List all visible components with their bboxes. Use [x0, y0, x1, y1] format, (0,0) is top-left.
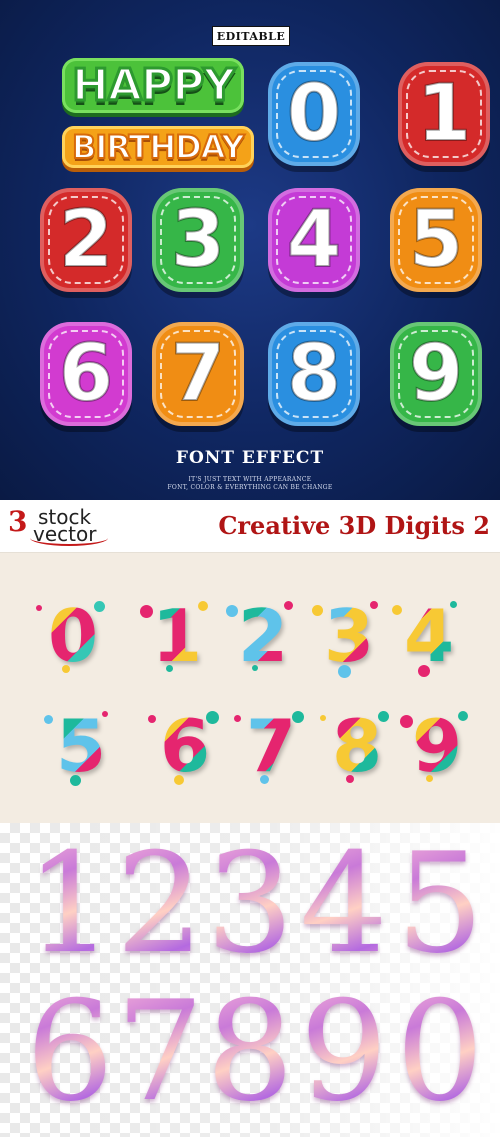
paper-cut-digits-panel: 0123456789 [0, 553, 500, 823]
birthday-digit-label: 1 [416, 69, 472, 159]
paint-splash [418, 665, 430, 677]
fine-print-line-1: IT'S JUST TEXT WITH APPEARANCE [188, 476, 312, 483]
fine-print-line-2: FONT, COLOR & EVERYTHING CAN BE CHANGE [167, 484, 333, 491]
birthday-digit-label: 2 [58, 195, 114, 285]
birthday-digit-label: 0 [286, 69, 342, 159]
birthday-digit-6: 6 [40, 322, 132, 426]
paint-splash [450, 601, 457, 608]
logo-number: 3 [8, 505, 28, 538]
paint-splash [166, 665, 173, 672]
editable-badge: EDITABLE [212, 26, 290, 46]
paint-splash [174, 775, 184, 785]
paint-splash [392, 605, 402, 615]
paint-splash [94, 601, 105, 612]
paint-splash [62, 665, 70, 673]
iridescent-digit-6: 6 [26, 971, 114, 1132]
paint-splash [312, 605, 323, 616]
birthday-digit-5: 5 [390, 188, 482, 292]
birthday-digit-label: 3 [170, 195, 226, 285]
paint-splash [140, 605, 153, 618]
page-title: Creative 3D Digits 2 [218, 511, 490, 540]
birthday-digit-9: 9 [390, 322, 482, 426]
iridescent-digit-5: 5 [396, 823, 484, 984]
paint-splash [44, 715, 53, 724]
paint-splash [206, 711, 219, 724]
birthday-digit-1: 1 [398, 62, 490, 166]
birthday-digit-8: 8 [268, 322, 360, 426]
birthday-digit-7: 7 [152, 322, 244, 426]
birthday-digit-label: 8 [286, 329, 342, 419]
birthday-digit-0: 0 [268, 62, 360, 166]
paint-splash [36, 605, 42, 611]
birthday-digit-label: 4 [286, 195, 342, 285]
birthday-font-effect-panel: EDITABLE HAPPY BIRTHDAY 01 2345 6789 FONT … [0, 0, 500, 500]
birthday-digit-label: 7 [170, 329, 226, 419]
iridescent-digit-2: 2 [116, 823, 204, 984]
birthday-digit-2: 2 [40, 188, 132, 292]
iridescent-digit-0: 0 [396, 971, 484, 1132]
birthday-digit-label: 6 [58, 329, 114, 419]
font-effect-title: FONT EFFECT [175, 448, 325, 468]
paint-splash [260, 775, 269, 784]
iridescent-digit-1: 1 [26, 823, 114, 984]
paint-splash [458, 711, 468, 721]
iridescent-digit-8: 8 [206, 971, 294, 1132]
paint-splash [234, 715, 241, 722]
logo-swoosh [30, 530, 108, 546]
paint-splash [320, 715, 326, 721]
iridescent-digit-4: 4 [300, 823, 388, 984]
paint-splash [292, 711, 304, 723]
paint-splash [198, 601, 208, 611]
paint-splash [370, 601, 378, 609]
iridescent-digit-3: 3 [206, 823, 294, 984]
paint-splash [70, 775, 81, 786]
paint-splash [284, 601, 293, 610]
paint-splash [346, 775, 354, 783]
paint-splash [400, 715, 413, 728]
birthday-digit-3: 3 [152, 188, 244, 292]
paint-splash [426, 775, 433, 782]
birthday-digit-label: 9 [408, 329, 464, 419]
birthday-digit-label: 5 [408, 195, 464, 285]
iridescent-digits-panel: 12345 67890 [0, 823, 500, 1137]
paint-splash [378, 711, 389, 722]
paint-splash [226, 605, 238, 617]
paint-splash [102, 711, 108, 717]
birthday-text: BIRTHDAY [62, 126, 254, 168]
happy-text: HAPPY [62, 58, 245, 113]
iridescent-digit-9: 9 [300, 971, 388, 1132]
paint-splash [338, 665, 351, 678]
birthday-digit-4: 4 [268, 188, 360, 292]
iridescent-digit-7: 7 [116, 971, 204, 1132]
paint-splash [148, 715, 156, 723]
paint-splash [252, 665, 258, 671]
